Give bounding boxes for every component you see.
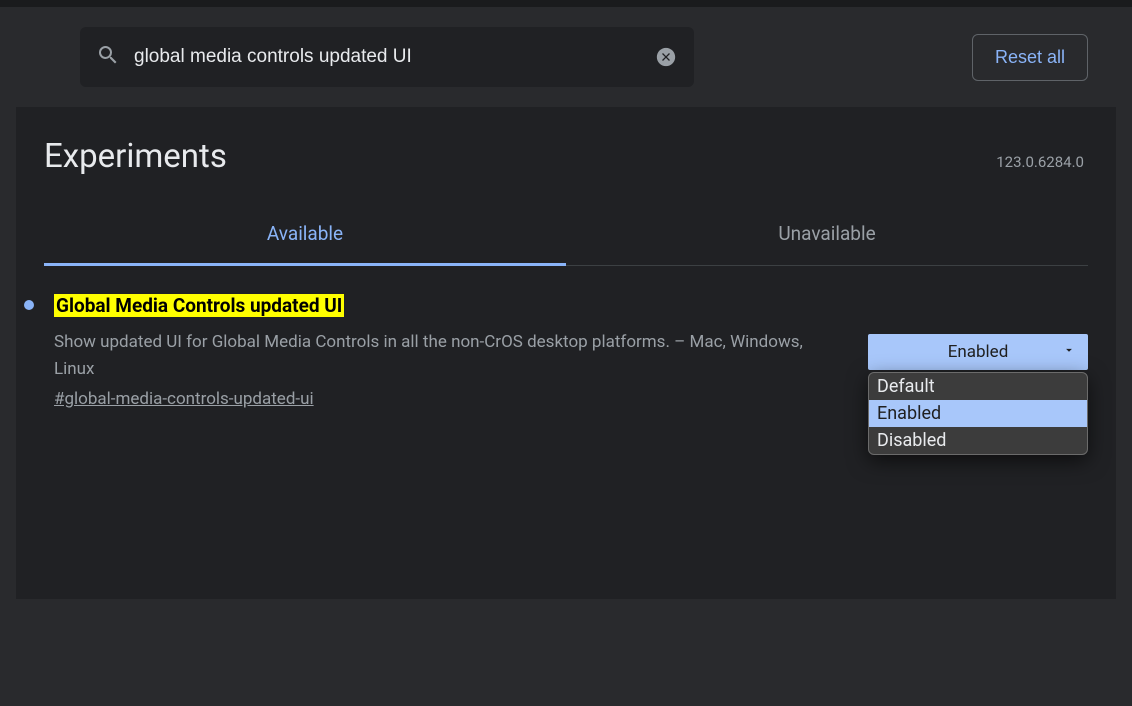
- tab-unavailable[interactable]: Unavailable: [566, 222, 1088, 265]
- search-icon: [96, 43, 120, 71]
- reset-all-button[interactable]: Reset all: [972, 34, 1088, 81]
- tabs: Available Unavailable: [44, 222, 1088, 266]
- flag-hash-link[interactable]: #global-media-controls-updated-ui: [54, 389, 314, 409]
- flag-description: Show updated UI for Global Media Control…: [54, 329, 808, 383]
- option-default[interactable]: Default: [869, 373, 1087, 400]
- clear-icon[interactable]: [654, 45, 678, 69]
- flag-row: Global Media Controls updated UI Show up…: [24, 294, 1088, 409]
- chevron-down-icon: [1062, 342, 1076, 362]
- window-top-border: [0, 0, 1132, 7]
- search-input[interactable]: [120, 46, 654, 68]
- page-title: Experiments: [44, 137, 227, 176]
- option-disabled[interactable]: Disabled: [869, 427, 1087, 454]
- tab-available[interactable]: Available: [44, 222, 566, 265]
- flag-title: Global Media Controls updated UI: [54, 294, 344, 317]
- flag-dropdown: Default Enabled Disabled: [868, 372, 1088, 455]
- option-enabled[interactable]: Enabled: [869, 400, 1087, 427]
- main-panel: Experiments 123.0.6284.0 Available Unava…: [16, 107, 1116, 599]
- flag-select-value: Enabled: [948, 342, 1009, 362]
- flag-select[interactable]: Enabled: [868, 334, 1088, 370]
- header: Reset all: [0, 7, 1132, 107]
- modified-indicator-icon: [24, 300, 34, 310]
- search-box[interactable]: [80, 27, 694, 87]
- version-label: 123.0.6284.0: [996, 153, 1084, 171]
